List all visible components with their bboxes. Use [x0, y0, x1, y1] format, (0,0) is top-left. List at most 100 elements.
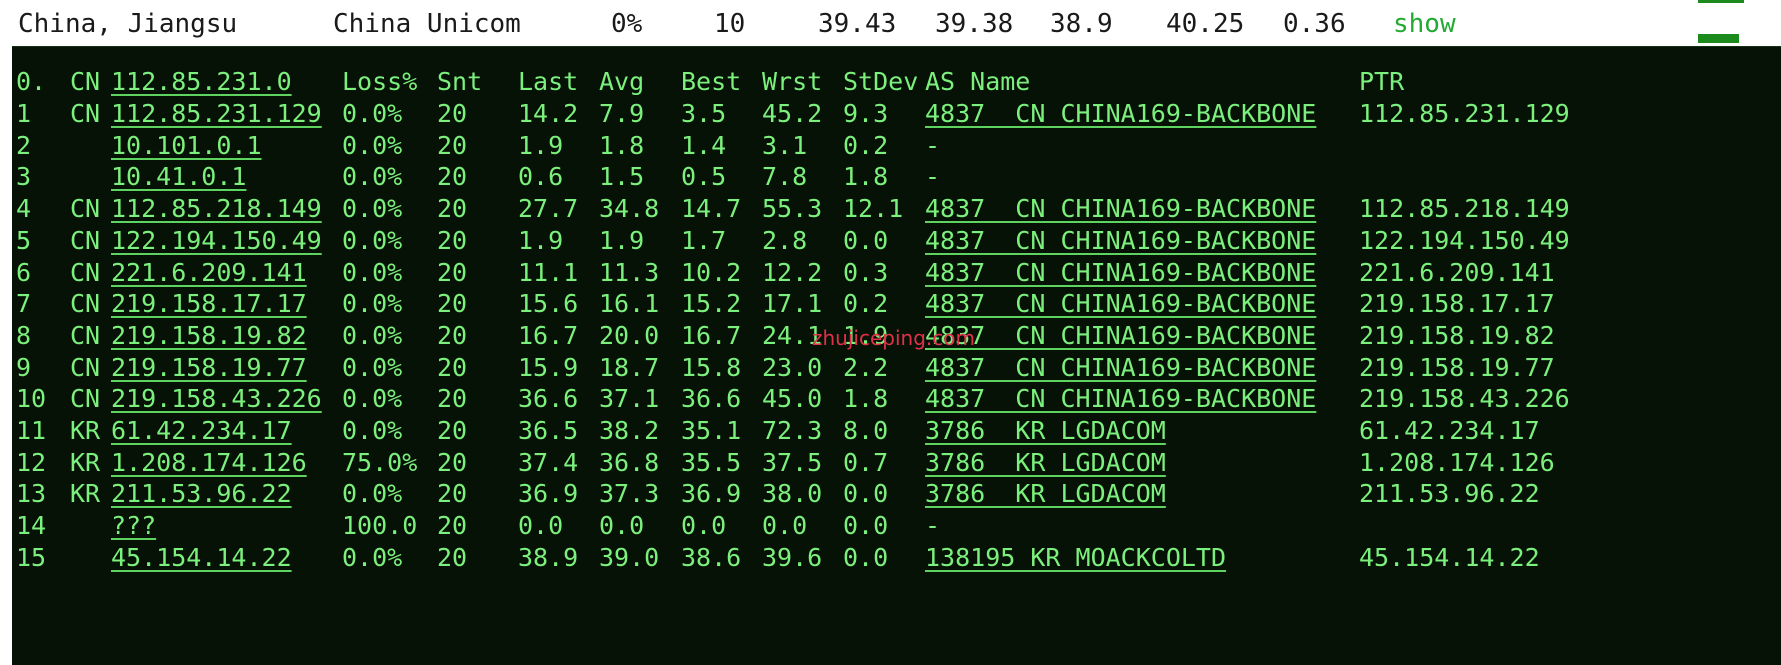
- hop-worst: 17.1: [762, 289, 823, 319]
- hop-index: 5: [16, 225, 32, 255]
- hop-index: 3: [16, 162, 32, 192]
- hop-host-link[interactable]: 1.208.174.126: [111, 445, 307, 481]
- summary-sent: 10: [714, 9, 746, 39]
- hop-index: 1: [16, 99, 32, 128]
- hop-host-link[interactable]: 10.41.0.1: [111, 159, 246, 195]
- hop-host-link[interactable]: 112.85.218.149: [111, 191, 322, 227]
- table-row: 5 CN 122.194.150.49 0.0% 20 1.9 1.9 1.7 2.8 0.0 48…: [12, 223, 1781, 259]
- hop-as-link[interactable]: 3786 KR LGDACOM: [925, 476, 1166, 512]
- hop-sent: 20: [437, 162, 468, 192]
- hop-best: 0.0: [681, 511, 727, 541]
- hop-host-link[interactable]: 221.6.209.141: [111, 255, 307, 291]
- hop-ptr: 211.53.96.22: [1359, 479, 1540, 509]
- hop-sent: 20: [437, 447, 468, 477]
- hop-host-link[interactable]: 219.158.19.82: [111, 318, 307, 354]
- hop-last: 11.1: [518, 257, 579, 287]
- hop-best: 1.7: [681, 225, 727, 255]
- summary-stdev: 0.36: [1283, 9, 1346, 39]
- header-host-link[interactable]: 112.85.231.0: [111, 64, 292, 100]
- hop-ptr: 219.158.17.17: [1359, 289, 1555, 319]
- table-row: 10 CN 219.158.43.226 0.0% 20 36.6 37.1 36.6 45.0…: [12, 381, 1781, 417]
- hop-as-link[interactable]: 4837 CN CHINA169-BACKBONE: [925, 318, 1316, 354]
- hop-loss: 0.0%: [342, 130, 403, 160]
- summary-best: 38.9: [1050, 9, 1113, 39]
- show-link[interactable]: show: [1393, 9, 1456, 39]
- hop-best: 16.7: [681, 320, 742, 350]
- hop-as-link[interactable]: 4837 CN CHINA169-BACKBONE: [925, 286, 1316, 322]
- hop-as-link[interactable]: 3786 KR LGDACOM: [925, 445, 1166, 481]
- hop-avg: 16.1: [599, 289, 660, 319]
- hop-loss: 0.0%: [342, 289, 403, 319]
- header-stdev: StDev: [843, 67, 919, 96]
- hop-host-link[interactable]: 10.101.0.1: [111, 128, 262, 164]
- header-cc: CN: [70, 67, 101, 96]
- hop-as-link[interactable]: 3786 KR LGDACOM: [925, 413, 1166, 449]
- hop-last: 37.4: [518, 447, 579, 477]
- hop-best: 15.2: [681, 289, 742, 319]
- hop-stdev: 0.0: [843, 542, 889, 572]
- hop-avg: 1.8: [599, 130, 645, 160]
- hop-ptr: 219.158.43.226: [1359, 384, 1570, 414]
- table-row: 2 10.101.0.1 0.0% 20 1.9 1.8 1.4 3.1 0.2 -: [12, 128, 1781, 164]
- hop-host-link[interactable]: 211.53.96.22: [111, 476, 292, 512]
- hop-country: CN: [70, 384, 101, 414]
- hop-as-link[interactable]: 4837 CN CHINA169-BACKBONE: [925, 191, 1316, 227]
- hop-ptr: 1.208.174.126: [1359, 447, 1555, 477]
- header-ptr: PTR: [1359, 67, 1405, 96]
- hop-as-link[interactable]: 4837 CN CHINA169-BACKBONE: [925, 381, 1316, 417]
- hop-loss: 0.0%: [342, 99, 403, 128]
- hop-sent: 20: [437, 416, 468, 445]
- hop-worst: 7.8: [762, 162, 808, 192]
- hop-ptr: 45.154.14.22: [1359, 542, 1540, 572]
- hop-worst: 12.2: [762, 257, 823, 287]
- header-index: 0.: [16, 67, 47, 96]
- hop-sent: 20: [437, 511, 468, 541]
- hop-index: 11: [16, 416, 47, 445]
- hop-avg: 37.3: [599, 479, 660, 509]
- hop-loss: 75.0%: [342, 447, 418, 477]
- hop-index: 8: [16, 320, 32, 350]
- hop-sent: 20: [437, 479, 468, 509]
- hop-loss: 0.0%: [342, 542, 403, 572]
- hop-host-link[interactable]: 112.85.231.129: [111, 96, 322, 132]
- hop-country: CN: [70, 257, 101, 287]
- hop-loss: 0.0%: [342, 320, 403, 350]
- hop-loss: 0.0%: [342, 162, 403, 192]
- hop-as-link[interactable]: 4837 CN CHINA169-BACKBONE: [925, 223, 1316, 259]
- hop-host-link[interactable]: 219.158.19.77: [111, 350, 307, 386]
- summary-avg: 39.38: [935, 9, 1014, 39]
- hop-as-link[interactable]: 4837 CN CHINA169-BACKBONE: [925, 255, 1316, 291]
- hop-worst: 55.3: [762, 194, 823, 224]
- hop-avg: 37.1: [599, 384, 660, 414]
- hop-loss: 0.0%: [342, 352, 403, 382]
- status-bar: [1698, 34, 1739, 43]
- hop-stdev: 1.8: [843, 162, 889, 192]
- hop-as-link[interactable]: 4837 CN CHINA169-BACKBONE: [925, 350, 1316, 386]
- table-row: 6 CN 221.6.209.141 0.0% 20 11.1 11.3 10.2 12.2 0.…: [12, 255, 1781, 291]
- hop-host-link[interactable]: ???: [111, 508, 156, 544]
- mtr-terminal: 0. CN 112.85.231.0 Loss% Snt Last Avg Be…: [12, 46, 1781, 665]
- hop-host-link[interactable]: 122.194.150.49: [111, 223, 322, 259]
- hop-host-link[interactable]: 45.154.14.22: [111, 540, 292, 576]
- table-row: 1 CN 112.85.231.129 0.0% 20 14.2 7.9 3.5 45.2 9.3…: [12, 96, 1781, 132]
- hop-loss: 0.0%: [342, 384, 403, 414]
- hop-country: KR: [70, 447, 101, 477]
- hop-ptr: 61.42.234.17: [1359, 416, 1540, 445]
- table-row: 15 45.154.14.22 0.0% 20 38.9 39.0 38.6 39.6 0.0 1…: [12, 540, 1781, 576]
- hop-as-link[interactable]: 4837 CN CHINA169-BACKBONE: [925, 96, 1316, 132]
- hop-as-link[interactable]: 138195 KR MOACKCOLTD: [925, 540, 1226, 576]
- hop-avg: 11.3: [599, 257, 660, 287]
- table-row: 14??? 100.0 20 0.0 0.0 0.0 0.0 0.0 -: [12, 508, 1781, 544]
- hop-stdev: 2.2: [843, 352, 889, 382]
- hop-host-link[interactable]: 61.42.234.17: [111, 413, 292, 449]
- table-row: 7 CN 219.158.17.17 0.0% 20 15.6 16.1 15.2 17.1 0.…: [12, 286, 1781, 322]
- hop-last: 15.6: [518, 289, 579, 319]
- hop-host-link[interactable]: 219.158.43.226: [111, 381, 322, 417]
- hop-country: CN: [70, 99, 101, 128]
- hop-sent: 20: [437, 542, 468, 572]
- hop-avg: 7.9: [599, 99, 645, 128]
- hop-best: 36.6: [681, 384, 742, 414]
- header-best: Best: [681, 67, 742, 96]
- hop-host-link[interactable]: 219.158.17.17: [111, 286, 307, 322]
- hop-country: CN: [70, 352, 101, 382]
